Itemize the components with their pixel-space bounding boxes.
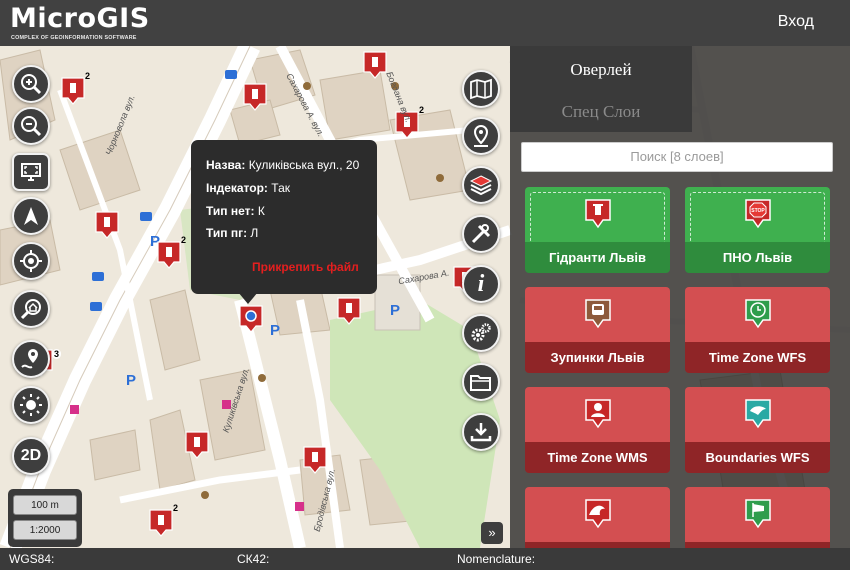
full-extent-button[interactable]	[12, 153, 50, 191]
panel-tabs: Оверлей Спец Слои	[510, 46, 692, 132]
person-icon	[585, 399, 611, 429]
folder-button[interactable]	[462, 363, 500, 401]
layer-card-label: Гідранти Львів	[525, 242, 670, 273]
route-button[interactable]	[12, 340, 50, 378]
clock-icon	[745, 299, 771, 329]
brightness-icon	[20, 394, 42, 416]
full-extent-icon	[21, 163, 41, 181]
locate-target-icon	[20, 250, 42, 272]
layer-card-label: Time Zone WMS	[525, 442, 670, 473]
layer-card-time-zone-wfs[interactable]: Time Zone WFS	[685, 287, 830, 373]
search-address-button[interactable]	[12, 290, 50, 328]
layer-card-time-zone-wms[interactable]: Time Zone WMS	[525, 387, 670, 473]
scale-distance: 100 m	[13, 495, 77, 515]
popup-indicator-value: Так	[271, 181, 290, 195]
layer-card-hydrants[interactable]: Гідранти Львів	[525, 187, 670, 273]
settings-button[interactable]	[462, 314, 500, 352]
login-link[interactable]: Вход	[778, 13, 814, 31]
wave-icon	[585, 499, 611, 529]
locate-button[interactable]	[12, 242, 50, 280]
tools-icon	[471, 224, 491, 244]
popup-name-label: Назва:	[206, 158, 246, 172]
hydrant-icon	[585, 199, 611, 229]
tab-overlay[interactable]: Оверлей	[510, 60, 692, 80]
map-book-button[interactable]	[462, 70, 500, 108]
app-logo: MicroGIS	[10, 3, 150, 34]
bus-stop-icon	[585, 299, 611, 329]
download-icon	[470, 423, 492, 442]
double-chevron-right-icon: »	[488, 525, 496, 540]
location-pin-button[interactable]	[462, 117, 500, 155]
popup-tip-net-label: Тип нет:	[206, 204, 255, 218]
layer-card-label: Boundaries WFS	[685, 442, 830, 473]
layers-button[interactable]	[462, 166, 500, 204]
status-bar: WGS84: СК42: Nomenclature:	[0, 548, 850, 570]
layer-card-boundaries-wfs[interactable]: Boundaries WFS	[685, 387, 830, 473]
map-book-icon	[470, 78, 492, 100]
nomenclature-value: Nomenclature:	[457, 552, 536, 566]
svg-text:2: 2	[85, 71, 90, 81]
layer-card-bus-stops[interactable]: Зупинки Львів	[525, 287, 670, 373]
svg-text:STOP: STOP	[751, 208, 765, 214]
view-mode-label: 2D	[20, 447, 42, 464]
attach-file-link[interactable]: Прикрепить файл	[252, 260, 359, 274]
zoom-out-icon	[21, 116, 42, 137]
layers-icon	[469, 175, 493, 196]
popup-tip-pg-value: Л	[250, 226, 259, 240]
layer-search-input[interactable]: Поиск [8 слоев]	[521, 142, 833, 172]
svg-text:2: 2	[181, 235, 186, 245]
folder-icon	[470, 375, 491, 391]
scale-ratio: 1:2000	[13, 520, 77, 540]
popup-indicator-label: Індекатор:	[206, 181, 268, 195]
layer-card-label: Зупинки Львів	[525, 342, 670, 373]
layer-card-label: ПНО Львів	[685, 242, 830, 273]
zoom-in-icon	[21, 74, 42, 95]
route-badge: 3	[52, 349, 62, 359]
stop-sign-icon: STOP	[745, 199, 771, 229]
top-bar: MicroGIS COMPLEX OF GEOINFORMATION SOFTW…	[0, 0, 850, 46]
settings-gears-icon	[471, 323, 491, 342]
scale-box: 100 m 1:2000	[8, 489, 82, 547]
ck42-coordinates: СК42:	[237, 552, 270, 566]
tools-button[interactable]	[462, 215, 500, 253]
app-logo-subtitle: COMPLEX OF GEOINFORMATION SOFTWARE	[11, 35, 137, 41]
navigation-arrow-icon	[24, 207, 38, 225]
search-home-icon	[20, 299, 41, 320]
boundary-icon	[745, 399, 771, 429]
info-button[interactable]: i	[462, 265, 500, 303]
feature-popup: Назва: Куликівська вул., 20 Індекатор: Т…	[191, 140, 377, 294]
download-button[interactable]	[462, 413, 500, 451]
layer-card-label: Time Zone WFS	[685, 342, 830, 373]
popup-pointer	[238, 292, 258, 304]
brightness-button[interactable]	[12, 386, 50, 424]
layer-panel: Оверлей Спец Слои Поиск [8 слоев] Гідран…	[510, 46, 850, 570]
expand-panel-button[interactable]: »	[481, 522, 503, 544]
popup-tip-net-value: К	[257, 204, 265, 218]
zoom-in-button[interactable]	[12, 65, 50, 103]
popup-name-value: Куликівська вул., 20	[248, 158, 360, 172]
navigation-button[interactable]	[12, 197, 50, 235]
route-pin-icon	[21, 349, 38, 369]
wgs84-coordinates: WGS84:	[9, 552, 55, 566]
windsock-icon	[745, 499, 771, 529]
svg-text:2: 2	[419, 105, 424, 115]
view-mode-2d-button[interactable]: 2D	[12, 437, 50, 475]
location-pin-icon	[473, 124, 489, 147]
layer-card-pno[interactable]: STOP ПНО Львів	[685, 187, 830, 273]
zoom-out-button[interactable]	[12, 107, 50, 145]
tab-special-layers[interactable]: Спец Слои	[510, 102, 692, 122]
popup-tip-pg-label: Тип пг:	[206, 226, 248, 240]
info-icon: i	[477, 270, 485, 297]
svg-text:2: 2	[173, 503, 178, 513]
